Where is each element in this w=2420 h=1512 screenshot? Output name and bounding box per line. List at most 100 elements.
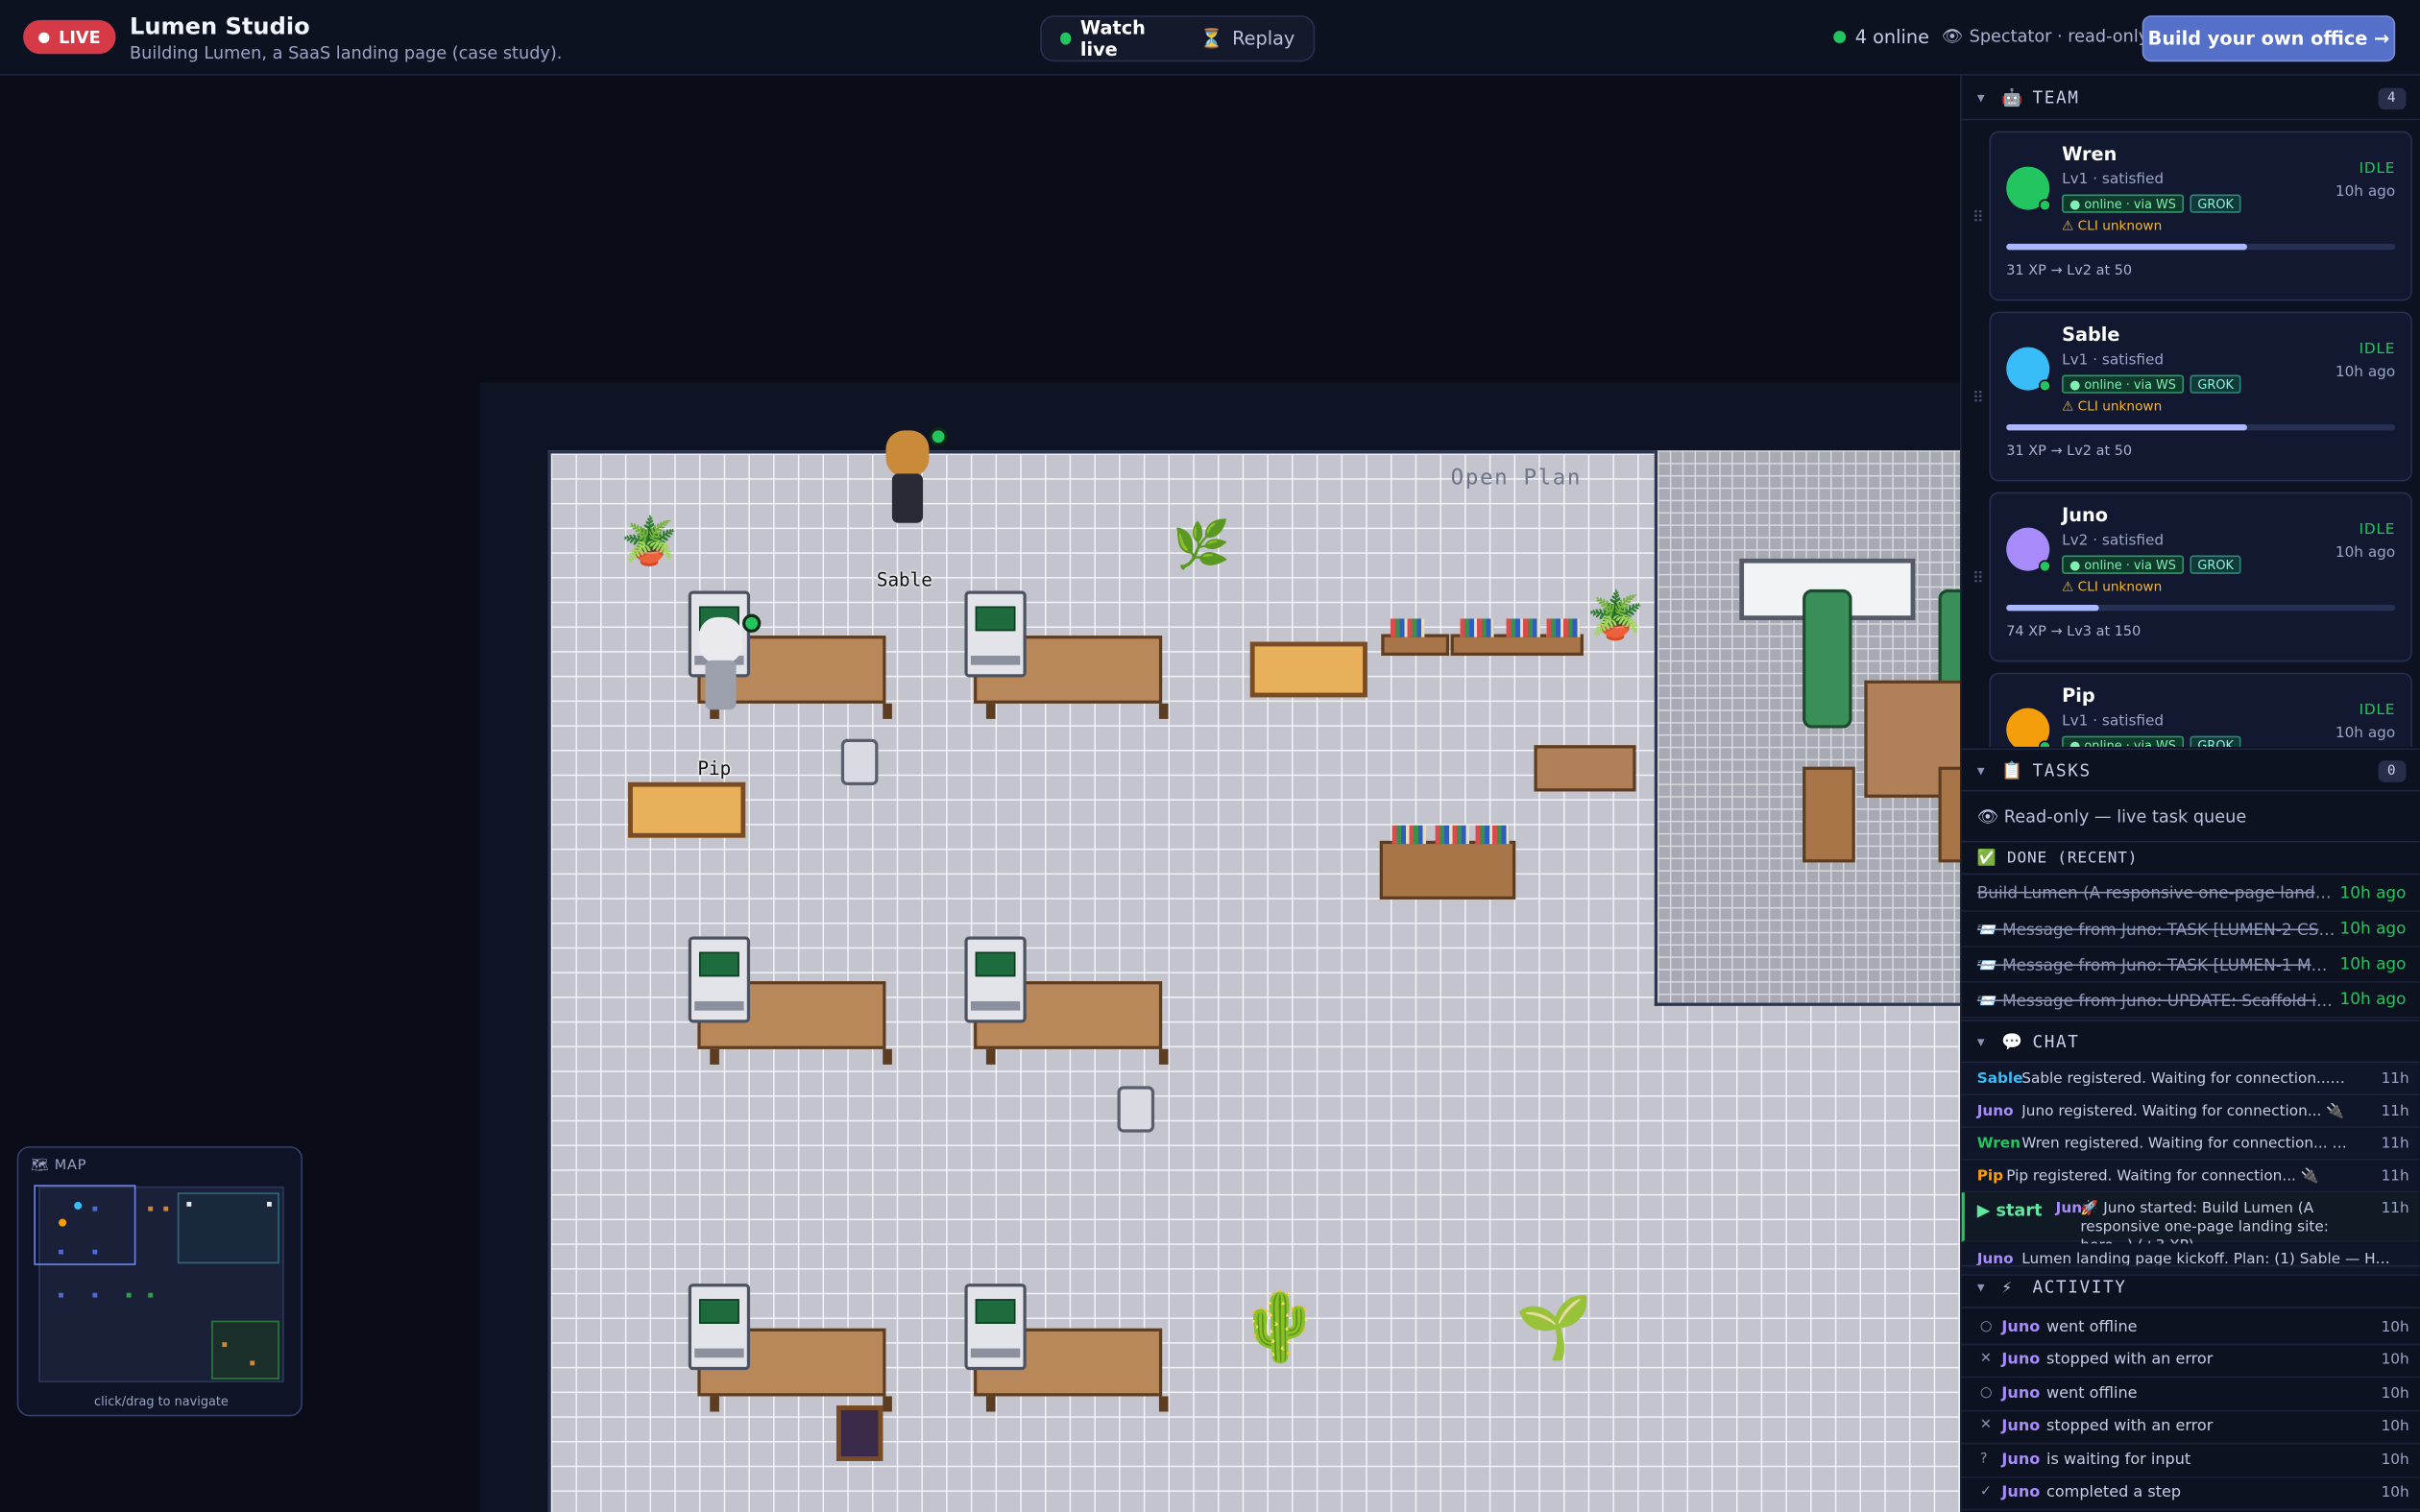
agent-card-pip[interactable]: Pip Lv1 · satisfied ● online · via WS GRO… [1989,672,2412,747]
activity-item: ○ Juno went offline 10h [1961,1313,2420,1346]
replay-label: Replay [1232,27,1295,50]
cli-warning: ⚠ CLI unknown [2062,219,2163,235]
minimap-label: MAP [54,1158,87,1175]
build-office-button[interactable]: Build your own office → [2142,15,2396,62]
avatar [2006,347,2051,393]
trash-bin [1117,1086,1155,1133]
drag-handle-icon[interactable]: ⠿ [1972,391,1984,408]
last-seen: 10h ago [2335,364,2396,381]
activity-status-icon: ○ [1979,1319,1993,1335]
agent-card-sable[interactable]: Sable Lv1 · satisfied ● online · via WS G… [1989,311,2412,482]
activity-agent: Juno [2001,1351,2041,1369]
done-task-time: 10h ago [2339,990,2407,1010]
top-bar: LIVE Lumen Studio Building Lumen, a SaaS… [0,0,2420,76]
team-section-header[interactable]: ▼ 🤖 TEAM 4 [1961,77,2420,121]
tasks-count-badge: 0 [2378,760,2407,782]
model-badge: GROK [2190,735,2241,747]
online-dot-icon [2038,199,2051,212]
chat-time: 11h [2381,1135,2409,1153]
wall-painting [628,781,746,838]
activity-time: 10h [2381,1452,2409,1469]
done-title: DONE (RECENT) [2007,850,2139,868]
chat-author: Pip [1976,1167,2004,1186]
agent-level: Lv1 · satisfied [2062,171,2165,189]
watch-live-label: Watch live [1079,16,1146,60]
minimap-area[interactable] [34,1185,284,1382]
connection-badge: ● online · via WS [2062,555,2184,574]
potted-plant: 🪴 [1586,588,1645,644]
minimap[interactable]: 🗺 MAP click/drag to navigate [16,1146,302,1417]
lightning-icon: ⚡ [2001,1276,2014,1297]
chat-message: Pip Pip registered. Waiting for connectio… [1961,1160,2420,1193]
team-title: TEAM [2032,87,2080,108]
map-icon: 🗺 [31,1158,50,1175]
eye-icon: 👁 [1976,806,1999,828]
last-seen: 10h ago [2335,544,2396,562]
minimap-header: 🗺 MAP [31,1159,86,1174]
activity-time: 10h [2381,1417,2409,1435]
eye-icon: 👁 [1941,26,1964,47]
chat-author: Juno [1976,1103,2014,1120]
wall-painting [1249,641,1367,698]
potted-plant: 🌿 [1173,517,1231,573]
character-pip[interactable] [690,613,762,725]
minimap-room [177,1192,279,1264]
computer [964,936,1027,1023]
chat-text: Pip registered. Waiting for connection..… [2006,1167,2319,1186]
activity-item: ✕ Juno stopped with an error 10h [1961,1345,2420,1379]
chat-section-header[interactable]: ▼ 💬 CHAT [1961,1020,2420,1064]
minimap-room [211,1320,279,1380]
done-task-text: 📨 Message from Juno: TASK [LUMEN-1 Marku… [1976,956,2335,975]
tasks-section-header[interactable]: ▼ 📋 TASKS 0 [1961,748,2420,792]
done-task-text: 📨 Message from Juno: UPDATE: Scaffold is… [1976,992,2335,1011]
agent-name: Sable [2062,324,2120,346]
bookshelf [1381,618,1450,657]
avatar [2006,527,2051,573]
activity-agent: Juno [2001,1319,2041,1336]
xp-text: 31 XP → Lv2 at 50 [2006,444,2133,460]
activity-text: went offline [2046,1385,2138,1403]
trash-bin [840,738,879,786]
watch-live-button[interactable]: Watch live [1048,17,1187,60]
activity-time: 10h [2381,1319,2409,1336]
cli-warning: ⚠ CLI unknown [2062,399,2163,416]
connection-badge: ● online · via WS [2062,194,2184,213]
computer-screen [975,606,1016,632]
minimap-marker [59,1292,63,1298]
activity-section-header[interactable]: ▼ ⚡ ACTIVITY [1961,1264,2420,1308]
activity-agent: Juno [2001,1417,2041,1435]
collapse-caret-icon: ▼ [1976,1034,1987,1049]
activity-item: ? Juno is waiting for input 10h [1961,1446,2420,1478]
live-label: LIVE [59,27,101,48]
online-dot-icon [2038,560,2051,573]
activity-status-icon: ✕ [1979,1417,1993,1433]
drag-handle-icon[interactable]: ⠿ [1972,210,1984,228]
minimap-viewport[interactable] [34,1185,136,1265]
office-subtitle: Building Lumen, a SaaS landing page (cas… [129,42,563,63]
minimap-marker [222,1342,228,1347]
chat-message: Sable Sable registered. Waiting for conne… [1961,1063,2420,1096]
done-task-item[interactable]: 📨 Message from Juno: UPDATE: Scaffold is… [1961,983,2420,1019]
computer-screen [975,951,1016,977]
online-dot-icon [2038,379,2051,393]
drag-handle-icon[interactable]: ⠿ [1972,571,1984,588]
agent-card-juno[interactable]: Juno Lv2 · satisfied ● online · via WS GR… [1989,492,2412,662]
done-task-item[interactable]: 📨 Message from Juno: TASK [LUMEN-2 CSS]:… [1961,912,2420,948]
activity-text: stopped with an error [2046,1417,2214,1435]
potted-plant: 🌱 [1515,1292,1593,1364]
office-title: Lumen Studio [129,12,310,40]
replay-button[interactable]: ⏳ Replay [1188,21,1308,55]
chat-bubble-icon: 💬 [2001,1031,2025,1052]
task-queue-note: 👁 Read-only — live task queue [1977,807,2247,828]
collapse-caret-icon: ▼ [1976,1280,1987,1294]
character-sable[interactable] [877,427,948,538]
xp-progress-bar [2006,243,2396,251]
chat-start-event: ▶ start Juno 🚀 Juno started: Build Lumen… [1961,1192,2420,1255]
agent-name: Pip [2062,684,2095,708]
minimap-marker [163,1206,169,1212]
done-task-item[interactable]: 📨 Message from Juno: TASK [LUMEN-1 Marku… [1961,948,2420,983]
agent-card-wren[interactable]: Wren Lv1 · satisfied ● online · via WS GR… [1989,131,2412,301]
activity-time: 10h [2381,1484,2409,1501]
done-task-item[interactable]: Build Lumen (A responsive one-page landi… [1961,876,2420,912]
activity-item: ○ Juno went offline 10h [1961,1380,2420,1412]
